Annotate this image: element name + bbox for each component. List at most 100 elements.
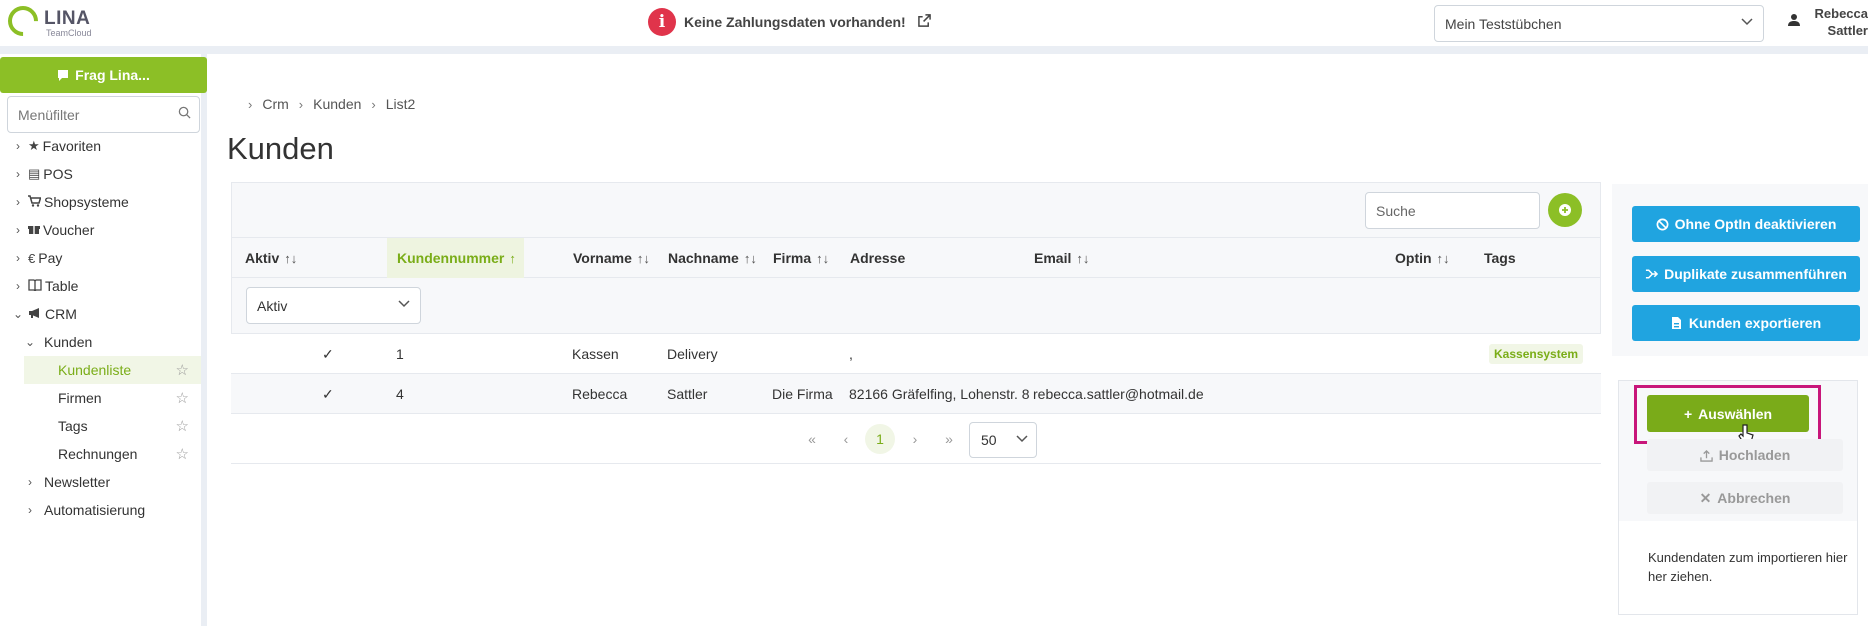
- aktiv-filter-value: Aktiv: [257, 297, 288, 314]
- megaphone-icon: [28, 307, 42, 322]
- sidebar-item-label: POS: [43, 166, 73, 182]
- favorite-star-icon[interactable]: ☆: [176, 389, 189, 407]
- sort-icon: ↑↓: [284, 250, 298, 266]
- favorite-star-icon[interactable]: ☆: [176, 445, 189, 463]
- per-page-select[interactable]: 50: [969, 422, 1037, 458]
- merge-duplicates-label: Duplikate zusammenführen: [1664, 266, 1847, 282]
- table-row[interactable]: ✓ 1 Kassen Delivery , Kassensystem: [231, 334, 1601, 374]
- column-header-kundennummer[interactable]: Kundennummer ↑: [387, 238, 524, 278]
- column-header-vorname[interactable]: Vorname ↑↓: [573, 238, 650, 278]
- favorite-star-icon[interactable]: ☆: [176, 417, 189, 435]
- frag-lina-button[interactable]: Frag Lina...: [0, 57, 207, 93]
- upload-icon: [1699, 449, 1713, 462]
- chevron-right-icon: ›: [371, 96, 376, 112]
- sidebar-item-pos[interactable]: › ▤ POS: [0, 160, 201, 188]
- sidebar-item-shopsysteme[interactable]: › Shopsysteme: [0, 188, 201, 216]
- next-page-icon[interactable]: ›: [900, 424, 930, 454]
- sidebar-item-table[interactable]: › Table: [0, 272, 201, 300]
- favorite-star-icon[interactable]: ☆: [176, 361, 189, 379]
- column-header-email[interactable]: Email ↑↓: [1034, 238, 1089, 278]
- column-header-nachname[interactable]: Nachname ↑↓: [668, 238, 757, 278]
- cell-vorname: Kassen: [572, 346, 619, 362]
- header-label: Email: [1034, 250, 1072, 266]
- cell-tags: Kassensystem: [1489, 334, 1584, 374]
- search-input[interactable]: Suche: [1365, 192, 1540, 229]
- sidebar-item-kunden[interactable]: ⌄ Kunden: [0, 328, 201, 356]
- cell-firma: Die Firma: [772, 386, 833, 402]
- sidebar-item-label: Kundenliste: [58, 362, 132, 378]
- sidebar-item-automatisierung[interactable]: › Automatisierung: [0, 496, 201, 524]
- header-label: Vorname: [573, 250, 632, 266]
- logo-ring-icon: [1, 0, 45, 43]
- cell-kundennummer: 4: [396, 386, 404, 402]
- column-header-optin[interactable]: Optin ↑↓: [1395, 238, 1450, 278]
- sidebar-item-kundenliste[interactable]: Kundenliste ☆: [24, 356, 201, 384]
- sidebar-item-label: Shopsysteme: [44, 194, 129, 210]
- column-header-firma[interactable]: Firma ↑↓: [773, 238, 829, 278]
- optin-deactivate-button[interactable]: Ohne OptIn deaktivieren: [1632, 206, 1860, 242]
- sidebar-item-favoriten[interactable]: › ★ Favoriten: [0, 132, 201, 160]
- header-label: Aktiv: [245, 250, 280, 266]
- sidebar-item-label: Favoriten: [42, 138, 102, 154]
- sidebar-item-label: Tags: [58, 418, 88, 434]
- sidebar-item-voucher[interactable]: › Voucher: [0, 216, 201, 244]
- add-customer-button[interactable]: [1548, 193, 1582, 227]
- export-customers-label: Kunden exportieren: [1688, 315, 1822, 331]
- sidebar-item-newsletter[interactable]: › Newsletter: [0, 468, 201, 496]
- column-header-aktiv[interactable]: Aktiv ↑↓: [245, 238, 297, 278]
- chat-icon: [58, 69, 69, 81]
- user-icon[interactable]: [1787, 12, 1801, 32]
- sidebar-item-label: Voucher: [43, 222, 95, 238]
- sidebar-item-label: Kunden: [44, 334, 93, 350]
- lina-logo[interactable]: LINA TeamCloud: [1, 0, 108, 43]
- header-label: Optin: [1395, 250, 1432, 266]
- breadcrumb-kunden[interactable]: Kunden: [313, 96, 361, 112]
- sidebar-item-tags[interactable]: Tags ☆: [24, 412, 201, 440]
- sidebar-item-rechnungen[interactable]: Rechnungen ☆: [24, 440, 201, 468]
- menu-filter-input[interactable]: Menüfilter: [7, 96, 200, 133]
- cancel-button[interactable]: ✕ Abbrechen: [1647, 482, 1843, 514]
- sidebar-item-crm[interactable]: ⌄ CRM: [0, 300, 201, 328]
- first-page-icon[interactable]: «: [797, 424, 827, 454]
- actions-panel: Ohne OptIn deaktivieren Duplikate zusamm…: [1612, 184, 1868, 356]
- chevron-right-icon: ›: [248, 96, 253, 112]
- cart-icon: [28, 194, 42, 210]
- page-number-current[interactable]: 1: [865, 424, 895, 454]
- sidebar-item-firmen[interactable]: Firmen ☆: [24, 384, 201, 412]
- plus-icon: +: [1683, 405, 1693, 422]
- user-last-name: Sattler: [1827, 23, 1868, 38]
- plus-circle-icon: [1559, 204, 1571, 216]
- info-icon: i: [648, 8, 676, 36]
- breadcrumb-list2[interactable]: List2: [386, 96, 416, 112]
- drop-zone-hint[interactable]: Kundendaten zum importieren hier her zie…: [1648, 548, 1848, 586]
- logo-name: LINA: [44, 8, 91, 29]
- table-row[interactable]: ✓ 4 Rebecca Sattler Die Firma 82166 Gräf…: [231, 374, 1601, 414]
- top-header: LINA TeamCloud i Keine Zahlungsdaten vor…: [0, 0, 1868, 46]
- chevron-down-icon: [1016, 432, 1028, 447]
- upload-button[interactable]: Hochladen: [1647, 439, 1843, 471]
- prev-page-icon[interactable]: ‹: [831, 424, 861, 454]
- sort-ascending-icon: ↑: [509, 250, 516, 266]
- cell-aktiv: ✓: [322, 345, 334, 362]
- select-file-button[interactable]: + Auswählen: [1647, 395, 1809, 432]
- header-label: Kundennummer: [397, 250, 505, 266]
- chevron-down-icon: [1741, 15, 1753, 30]
- chevron-right-icon: ›: [298, 96, 304, 112]
- aktiv-filter-select[interactable]: Aktiv: [246, 287, 421, 324]
- upload-label: Hochladen: [1718, 447, 1791, 463]
- last-page-icon[interactable]: »: [934, 424, 964, 454]
- user-name[interactable]: Rebecca Sattler: [1812, 5, 1868, 39]
- shop-select[interactable]: Mein Teststübchen: [1434, 5, 1764, 42]
- chevron-down-icon: ⌄: [24, 335, 36, 349]
- header-label: Tags: [1484, 250, 1516, 266]
- sidebar-item-pay[interactable]: › € Pay: [0, 244, 201, 272]
- breadcrumb-crm[interactable]: Crm: [262, 96, 288, 112]
- file-export-icon: [1671, 317, 1681, 329]
- external-link-icon[interactable]: [917, 13, 931, 31]
- per-page-value: 50: [981, 432, 997, 448]
- chevron-right-icon: ›: [16, 251, 20, 265]
- ban-icon: [1656, 218, 1669, 230]
- export-customers-button[interactable]: Kunden exportieren: [1632, 305, 1860, 341]
- merge-duplicates-button[interactable]: Duplikate zusammenführen: [1632, 256, 1860, 292]
- payment-alert[interactable]: i Keine Zahlungsdaten vorhanden!: [648, 8, 931, 36]
